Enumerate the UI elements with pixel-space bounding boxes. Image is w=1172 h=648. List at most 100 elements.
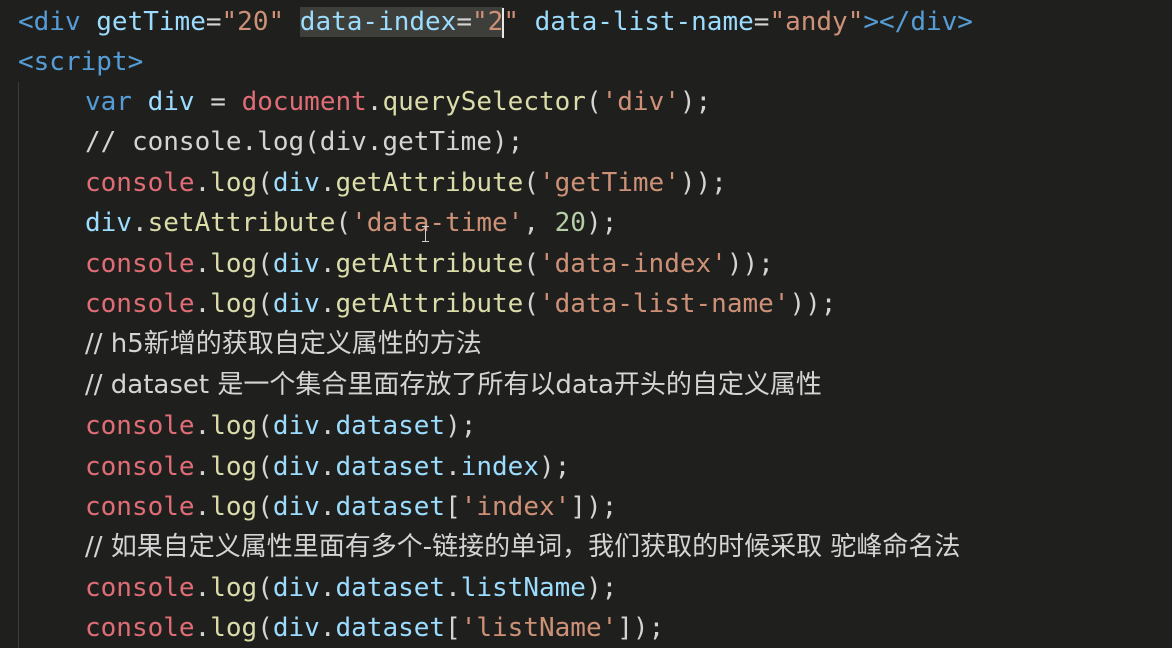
dot: . <box>194 168 211 198</box>
bracket: [ <box>445 492 461 522</box>
identifier-div: div <box>272 168 320 198</box>
bracket: [ <box>445 613 461 643</box>
object-console: console <box>85 492 195 522</box>
paren: ( <box>257 573 273 603</box>
dot: . <box>194 289 211 319</box>
code-line-1[interactable]: <div getTime="20" data-index="2" data-li… <box>18 2 973 42</box>
property-dataset: dataset <box>335 573 446 603</box>
code-line-8[interactable]: console.log(div.getAttribute('data-list-… <box>85 284 836 324</box>
number-arg: 20 <box>554 208 586 238</box>
attr-equals: = <box>753 7 770 37</box>
comment: // 如果自定义属性里面有多个-链接的单词，我们获取的时候采取 驼峰命名法 <box>85 532 961 562</box>
dot: . <box>319 492 336 522</box>
paren: ( <box>585 87 602 117</box>
paren-close: ); <box>585 208 618 238</box>
code-line-11[interactable]: console.log(div.dataset); <box>85 406 476 446</box>
object-console: console <box>85 289 195 319</box>
bracket-close: ]); <box>570 492 618 522</box>
property-dataset: dataset <box>335 411 446 441</box>
object-document: document <box>241 87 367 117</box>
html-close-tag: ></div> <box>863 7 973 37</box>
comment: // dataset 是一个集合里面存放了所有以data开头的自定义属性 <box>85 370 822 400</box>
string-arg: 'data-list-name' <box>538 289 790 319</box>
paren: ( <box>257 289 273 319</box>
dot: . <box>319 168 336 198</box>
object-console: console <box>85 168 195 198</box>
string-arg: 'index' <box>460 492 571 522</box>
method-log: log <box>210 613 258 643</box>
identifier-div: div <box>272 289 320 319</box>
paren-close: )); <box>679 168 727 198</box>
dot: . <box>319 249 336 279</box>
comment: // h5新增的获取自定义属性的方法 <box>85 329 482 359</box>
code-line-7[interactable]: console.log(div.getAttribute('data-index… <box>85 244 774 284</box>
keyword-var: var <box>85 87 132 117</box>
attr-gettime: getTime <box>96 7 206 37</box>
dot: . <box>131 208 148 238</box>
method-log: log <box>210 289 258 319</box>
property-listname: listName <box>460 573 586 603</box>
method-getattribute: getAttribute <box>335 249 524 279</box>
dot: . <box>194 249 211 279</box>
object-console: console <box>85 613 195 643</box>
attr-value-quote: " <box>503 7 519 37</box>
code-line-3[interactable]: var div = document.querySelector('div'); <box>85 82 711 122</box>
code-line-2[interactable]: <script> <box>18 42 143 82</box>
paren: ( <box>523 168 539 198</box>
code-line-15[interactable]: console.log(div.dataset.listName); <box>85 568 617 608</box>
paren: ( <box>257 452 273 482</box>
comment: // console.log(div.getTime); <box>85 127 524 157</box>
object-console: console <box>85 452 195 482</box>
code-line-12[interactable]: console.log(div.dataset.index); <box>85 447 570 487</box>
method-log: log <box>210 452 258 482</box>
dot: . <box>445 452 461 482</box>
paren: ( <box>257 168 273 198</box>
object-console: console <box>85 411 195 441</box>
attr-value-20: "20" <box>221 7 285 37</box>
paren-close: )); <box>789 289 837 319</box>
attr-data-list-name: data-list-name <box>534 7 754 37</box>
code-line-14[interactable]: // 如果自定义属性里面有多个-链接的单词，我们获取的时候采取 驼峰命名法 <box>85 527 960 567</box>
identifier-div: div <box>272 249 320 279</box>
code-editor[interactable]: <div getTime="20" data-index="2" data-li… <box>0 0 1172 648</box>
code-line-5[interactable]: console.log(div.getAttribute('getTime'))… <box>85 163 727 203</box>
method-log: log <box>210 168 258 198</box>
paren-close: ); <box>539 452 571 482</box>
property-dataset: dataset <box>335 492 446 522</box>
string-arg: 'data-time' <box>351 208 524 238</box>
method-log: log <box>210 411 258 441</box>
code-line-13[interactable]: console.log(div.dataset['index']); <box>85 487 617 527</box>
method-log: log <box>210 249 258 279</box>
dot: . <box>194 411 211 441</box>
attr-data-index: data-index <box>299 7 457 37</box>
attr-value-andy: "andy" <box>769 7 864 37</box>
dot: . <box>319 573 336 603</box>
identifier-div: div <box>272 573 320 603</box>
dot: . <box>445 573 461 603</box>
dot: . <box>319 289 336 319</box>
code-line-9[interactable]: // h5新增的获取自定义属性的方法 <box>85 324 482 364</box>
dot: . <box>319 452 336 482</box>
dot: . <box>194 492 211 522</box>
string-arg: 'listName' <box>460 613 618 643</box>
indent-guide <box>18 82 19 648</box>
code-line-6[interactable]: div.setAttribute('data-time', 20); <box>85 203 617 243</box>
code-line-10[interactable]: // dataset 是一个集合里面存放了所有以data开头的自定义属性 <box>85 365 822 405</box>
attr-equals: = <box>456 7 472 37</box>
paren: ( <box>257 492 273 522</box>
string-arg: 'data-index' <box>538 249 727 279</box>
code-line-16[interactable]: console.log(div.dataset['listName']); <box>85 608 664 648</box>
string-arg: 'div' <box>601 87 680 117</box>
method-log: log <box>210 492 258 522</box>
method-getattribute: getAttribute <box>335 289 524 319</box>
operator-assign: = <box>194 87 242 117</box>
property-index: index <box>460 452 539 482</box>
property-dataset: dataset <box>335 452 446 482</box>
identifier-div: div <box>272 411 320 441</box>
dot: . <box>194 613 211 643</box>
selected-text: data-index="2 <box>299 7 504 37</box>
dot: . <box>319 613 336 643</box>
code-line-4[interactable]: // console.log(div.getTime); <box>85 122 523 162</box>
identifier-div: div <box>85 208 132 238</box>
dot: . <box>194 452 211 482</box>
